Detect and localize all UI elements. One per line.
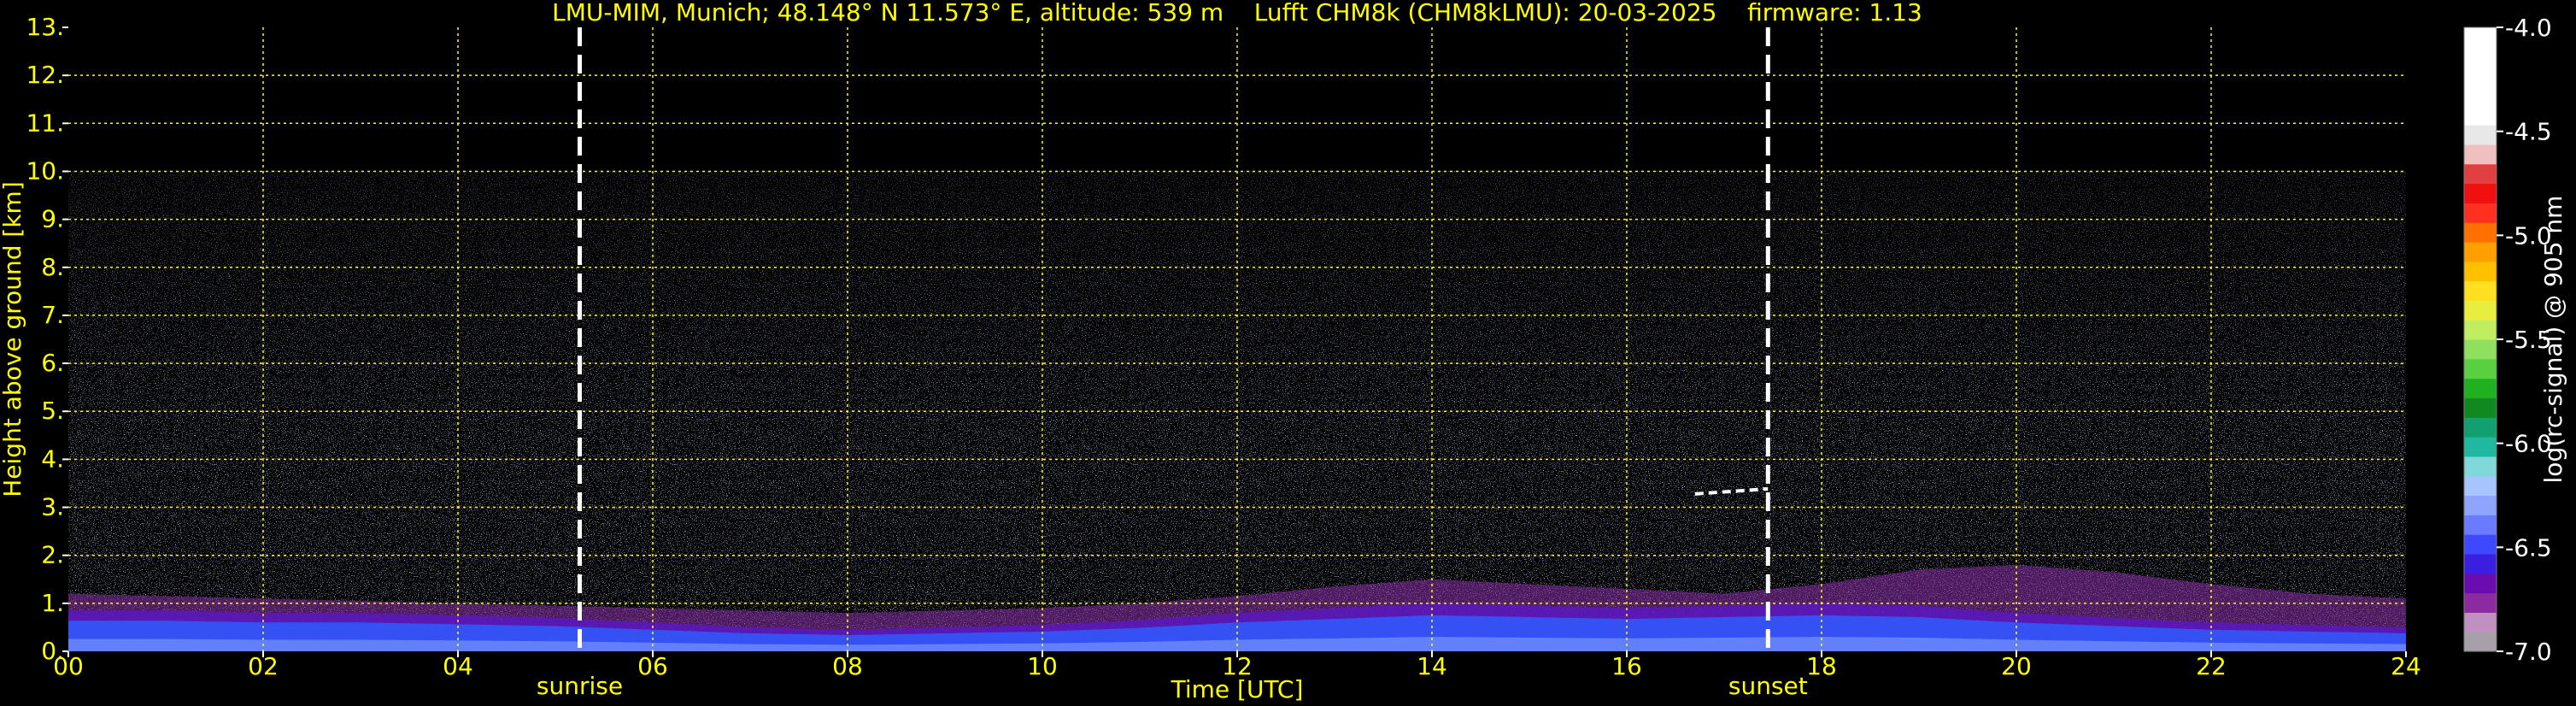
colorbar-segment <box>2464 27 2497 48</box>
y-tick-label: 2. <box>41 541 64 569</box>
colorbar-segment <box>2464 378 2497 399</box>
ceilometer-chart: sunrise sunset 00 02 04 06 08 10 12 14 16 18 20 22 24… <box>0 0 2567 703</box>
colorbar-tick-label: -4.0 <box>2505 14 2552 42</box>
x-tick-label: 14 <box>1417 652 1447 680</box>
colorbar-segment <box>2464 105 2497 126</box>
y-axis-label: Height above ground [km] <box>0 181 26 497</box>
colorbar-segment <box>2464 632 2497 652</box>
x-tick-label: 22 <box>2196 652 2227 680</box>
colorbar-segment <box>2464 495 2497 515</box>
y-tick-label: 5. <box>41 397 64 425</box>
colorbar-segment <box>2464 222 2497 243</box>
colorbar-segment <box>2464 241 2497 262</box>
colorbar-segment <box>2464 553 2497 574</box>
colorbar-segment <box>2464 437 2497 457</box>
colorbar-segment <box>2464 573 2497 594</box>
colorbar-segment <box>2464 456 2497 477</box>
colorbar-segment <box>2464 144 2497 165</box>
x-tick-label: 10 <box>1027 652 1058 680</box>
x-tick-label: 06 <box>637 652 668 680</box>
colorbar-segment <box>2464 203 2497 223</box>
colorbar-segment <box>2464 339 2497 360</box>
colorbar-segment <box>2464 85 2497 106</box>
colorbar-segment <box>2464 261 2497 282</box>
colorbar-tick-label: -6.5 <box>2505 533 2552 562</box>
y-tick-label: 9. <box>41 205 64 233</box>
colorbar-segment <box>2464 163 2497 185</box>
colorbar-segment <box>2464 612 2497 632</box>
x-tick-label: 16 <box>1611 652 1642 680</box>
x-tick-label: 20 <box>2001 652 2032 680</box>
x-tick-label: 02 <box>248 652 279 680</box>
y-tick-label: 0. <box>41 637 64 665</box>
colorbar-tick-label: -4.5 <box>2505 118 2552 146</box>
colorbar-segment <box>2464 183 2497 203</box>
colorbar-segment <box>2464 592 2497 613</box>
y-tick-label: 4. <box>41 444 64 473</box>
colorbar-segment <box>2464 300 2497 321</box>
x-tick-label: 24 <box>2391 652 2421 680</box>
y-tick-label: 12. <box>26 61 64 89</box>
event-label-sunrise: sunrise <box>537 672 623 700</box>
colorbar-tick-label: -7.0 <box>2505 638 2552 666</box>
y-tick-label: 1. <box>41 589 64 617</box>
y-tick-label: 10. <box>26 156 64 185</box>
y-axis-ticks: 0. 1. 2. 3. 4. 5. 6. 7. 8. 9. 10. 11. 12. 13. <box>26 13 68 665</box>
x-tick-label: 04 <box>443 652 473 680</box>
colorbar-segment <box>2464 417 2497 438</box>
colorbar-segment <box>2464 515 2497 535</box>
colorbar-segment <box>2464 358 2497 379</box>
y-tick-label: 7. <box>41 301 64 329</box>
colorbar-segment <box>2464 534 2497 555</box>
y-tick-label: 11. <box>26 109 64 137</box>
y-tick-label: 6. <box>41 349 64 377</box>
colorbar-segment <box>2464 320 2497 340</box>
x-tick-label: 18 <box>1806 652 1837 680</box>
y-tick-label: 13. <box>26 13 64 41</box>
x-tick-label: 08 <box>832 652 863 680</box>
colorbar-label: log(rc-signal) @ 905 nm <box>2539 196 2567 484</box>
colorbar-segment <box>2464 46 2497 68</box>
colorbar-segment <box>2464 66 2497 87</box>
colorbar-segment <box>2464 397 2497 418</box>
x-axis-label: Time [UTC] <box>1171 675 1304 703</box>
event-label-sunset: sunset <box>1728 672 1808 700</box>
colorbar-segment <box>2464 125 2497 145</box>
y-tick-label: 8. <box>41 253 64 281</box>
y-tick-label: 3. <box>41 493 64 521</box>
colorbar-segment <box>2464 475 2497 497</box>
colorbar-segment <box>2464 280 2497 301</box>
chart-title: LMU-MIM, Munich; 48.148° N 11.573° E, al… <box>552 0 1922 26</box>
